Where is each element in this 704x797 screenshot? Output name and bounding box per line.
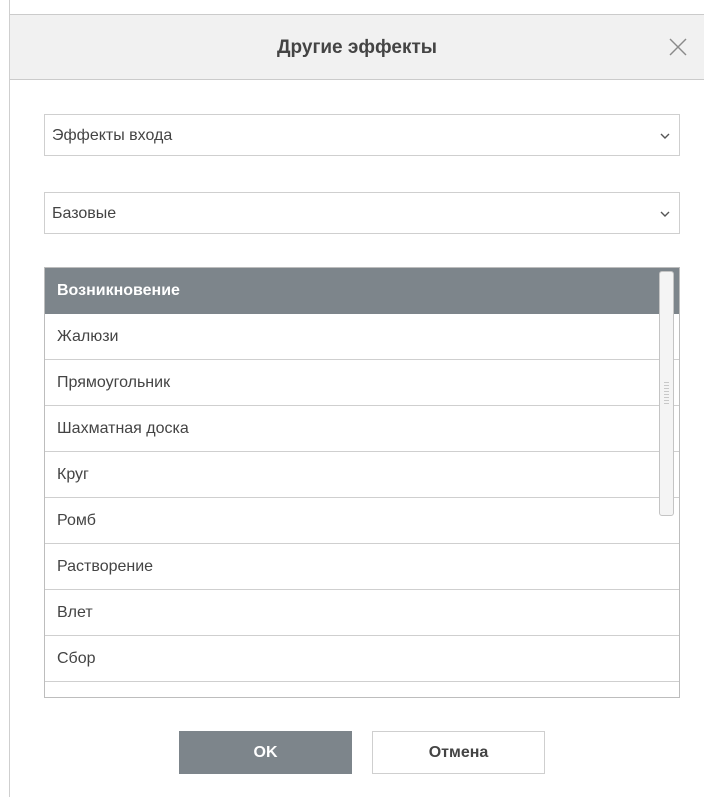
effect-list-item-label: Шахматная доска (57, 420, 189, 437)
effect-list-item[interactable]: Круг (45, 452, 679, 498)
effect-list-item-label: Жалюзи (57, 328, 119, 345)
chevron-down-icon (659, 129, 671, 141)
effect-list-item-label: Растворение (57, 558, 154, 575)
ok-button[interactable]: OK (179, 731, 352, 774)
effect-list-item-label: Возникновение (57, 282, 180, 299)
effect-list-item[interactable]: Шахматная доска (45, 406, 679, 452)
effect-list-item-label: Ромб (57, 512, 96, 529)
effect-group-value: Базовые (52, 205, 117, 222)
effect-list-item[interactable]: Возникновение (45, 268, 679, 314)
effect-list-item[interactable]: Сбор (45, 636, 679, 682)
scrollbar-grip (664, 382, 669, 404)
effect-list-item-label: Влет (57, 604, 93, 621)
effect-list-item[interactable]: Растворение (45, 544, 679, 590)
effects-list-scrollbar[interactable] (659, 271, 674, 516)
effects-list: Возникновение Жалюзи Прямоугольник Шахматна… (44, 267, 680, 698)
more-effects-dialog: Другие эффекты Эффекты входа Базовые Воз… (9, 0, 704, 797)
effect-list-item-label: Сбор (57, 650, 96, 667)
effect-list-item[interactable]: Жалюзи (45, 314, 679, 360)
chevron-down-icon (659, 207, 671, 219)
effect-group-select[interactable]: Базовые (44, 192, 680, 234)
close-icon[interactable] (666, 35, 690, 59)
effect-category-value: Эффекты входа (52, 127, 173, 144)
effect-list-item[interactable]: Влет (45, 590, 679, 636)
dialog-title: Другие эффекты (277, 37, 437, 58)
effect-list-item-label: Круг (57, 466, 89, 483)
effect-list-item-label: Прямоугольник (57, 374, 171, 391)
dialog-titlebar: Другие эффекты (10, 14, 704, 80)
effect-category-select[interactable]: Эффекты входа (44, 114, 680, 156)
effect-list-item[interactable]: Прямоугольник (45, 360, 679, 406)
effect-list-item[interactable]: Ромб (45, 498, 679, 544)
cancel-button[interactable]: Отмена (372, 731, 545, 774)
